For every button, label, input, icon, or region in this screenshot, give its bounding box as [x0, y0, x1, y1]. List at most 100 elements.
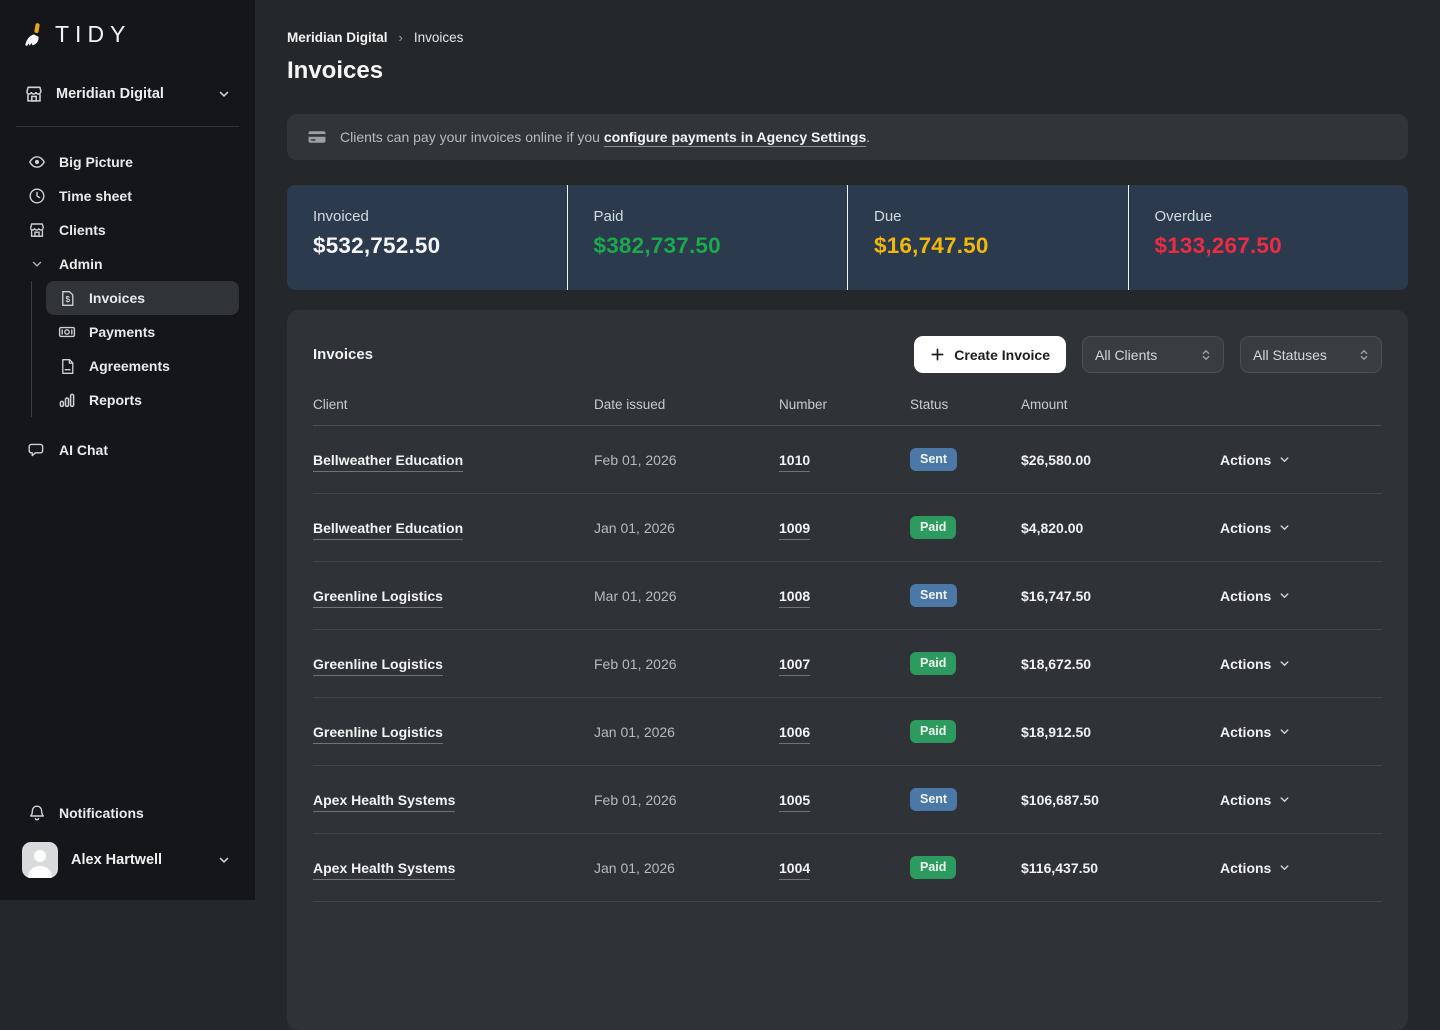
user-menu[interactable]: Alex Hartwell [16, 830, 239, 886]
column-header-actions [1220, 397, 1382, 426]
actions-button[interactable]: Actions [1220, 656, 1291, 672]
chevron-down-icon [1278, 725, 1291, 738]
invoice-amount: $106,687.50 [1021, 792, 1099, 808]
sidebar-item-agreements[interactable]: Agreements [46, 349, 239, 383]
clock-icon [28, 187, 46, 205]
client-link[interactable]: Bellweather Education [313, 452, 463, 472]
invoice-number-link[interactable]: 1010 [779, 452, 810, 472]
invoice-number-link[interactable]: 1008 [779, 588, 810, 608]
status-badge: Paid [910, 720, 956, 743]
bar-chart-icon [58, 391, 76, 409]
workspace-selector[interactable]: Meridian Digital [16, 76, 239, 112]
create-invoice-button[interactable]: Create Invoice [914, 336, 1066, 373]
chevron-down-icon [1278, 521, 1291, 534]
main-content: Meridian Digital › Invoices Invoices Cli… [255, 0, 1440, 900]
client-link[interactable]: Greenline Logistics [313, 724, 443, 744]
sidebar-item-admin[interactable]: Admin [16, 247, 239, 281]
chevron-down-icon [217, 87, 231, 101]
stat-cell: Due $16,747.50 [848, 185, 1129, 290]
admin-submenu: $ Invoices Payments [31, 281, 239, 417]
client-link[interactable]: Apex Health Systems [313, 792, 455, 812]
actions-label: Actions [1220, 656, 1271, 672]
svg-text:$: $ [65, 294, 70, 303]
actions-button[interactable]: Actions [1220, 520, 1291, 536]
client-link[interactable]: Greenline Logistics [313, 656, 443, 676]
sidebar-item-invoices[interactable]: $ Invoices [46, 281, 239, 315]
actions-button[interactable]: Actions [1220, 860, 1291, 876]
client-link[interactable]: Apex Health Systems [313, 860, 455, 880]
page-title: Invoices [287, 57, 1408, 85]
notifications-button[interactable]: Notifications [16, 796, 239, 830]
actions-button[interactable]: Actions [1220, 724, 1291, 740]
chevron-up-down-icon [1357, 348, 1371, 362]
breadcrumb-separator-icon: › [399, 30, 403, 45]
stat-label: Overdue [1155, 208, 1383, 225]
sidebar-item-label: Invoices [89, 290, 145, 306]
date-issued: Feb 01, 2026 [594, 792, 677, 808]
invoice-number-link[interactable]: 1005 [779, 792, 810, 812]
table-header-row: Client Date issued Number Status Amount [313, 397, 1382, 426]
breadcrumb-workspace-link[interactable]: Meridian Digital [287, 30, 388, 45]
sidebar-item-label: Reports [89, 392, 142, 408]
client-link[interactable]: Bellweather Education [313, 520, 463, 540]
panel-controls: Create Invoice All Clients All Statuses [914, 336, 1382, 373]
actions-label: Actions [1220, 792, 1271, 808]
status-badge: Paid [910, 856, 956, 879]
sidebar-item-ai-chat[interactable]: AI Chat [16, 433, 239, 467]
invoice-number-link[interactable]: 1004 [779, 860, 810, 880]
sidebar-item-label: Admin [59, 256, 103, 272]
sidebar-item-clients[interactable]: Clients [16, 213, 239, 247]
user-name: Alex Hartwell [71, 852, 162, 868]
stat-value: $133,267.50 [1155, 233, 1383, 259]
stat-value: $16,747.50 [874, 233, 1102, 259]
sidebar-item-payments[interactable]: Payments [46, 315, 239, 349]
avatar [22, 842, 58, 878]
actions-button[interactable]: Actions [1220, 452, 1291, 468]
chat-bubble-icon [28, 441, 46, 459]
sidebar: TIDY Meridian Digital Big Picture [0, 0, 255, 900]
sidebar-item-big-picture[interactable]: Big Picture [16, 145, 239, 179]
invoice-number-link[interactable]: 1006 [779, 724, 810, 744]
invoice-number-link[interactable]: 1009 [779, 520, 810, 540]
invoice-table-row: Apex Health Systems Feb 01, 2026 1005 Se… [313, 766, 1382, 834]
status-badge: Sent [910, 788, 957, 811]
column-header-date: Date issued [594, 397, 779, 426]
date-issued: Feb 01, 2026 [594, 452, 677, 468]
actions-button[interactable]: Actions [1220, 588, 1291, 604]
date-issued: Jan 01, 2026 [594, 520, 675, 536]
status-badge: Sent [910, 584, 957, 607]
sidebar-item-reports[interactable]: Reports [46, 383, 239, 417]
status-filter-select[interactable]: All Statuses [1240, 336, 1382, 373]
actions-button[interactable]: Actions [1220, 792, 1291, 808]
chevron-up-down-icon [1199, 348, 1213, 362]
chevron-down-icon [1278, 861, 1291, 874]
banner-text: Clients can pay your invoices online if … [340, 129, 870, 145]
nav-gap [16, 417, 239, 433]
cash-icon [58, 323, 76, 341]
client-link[interactable]: Greenline Logistics [313, 588, 443, 608]
invoice-table-row: Bellweather Education Feb 01, 2026 1010 … [313, 426, 1382, 494]
client-filter-select[interactable]: All Clients [1082, 336, 1224, 373]
invoice-table-row: Greenline Logistics Mar 01, 2026 1008 Se… [313, 562, 1382, 630]
invoice-amount: $18,912.50 [1021, 724, 1091, 740]
column-header-status: Status [910, 397, 1021, 426]
invoice-table-body: Bellweather Education Feb 01, 2026 1010 … [313, 426, 1382, 902]
actions-label: Actions [1220, 520, 1271, 536]
app-logo: TIDY [0, 0, 255, 48]
chevron-down-icon [1278, 589, 1291, 602]
stat-value: $382,737.50 [594, 233, 822, 259]
invoice-table-row: Greenline Logistics Feb 01, 2026 1007 Pa… [313, 630, 1382, 698]
stat-value: $532,752.50 [313, 233, 541, 259]
sidebar-item-time-sheet[interactable]: Time sheet [16, 179, 239, 213]
document-icon [58, 358, 76, 375]
actions-label: Actions [1220, 860, 1271, 876]
credit-card-icon [307, 127, 327, 147]
invoice-amount: $4,820.00 [1021, 520, 1083, 536]
stat-label: Due [874, 208, 1102, 225]
notifications-label: Notifications [59, 805, 144, 821]
agency-settings-link[interactable]: configure payments in Agency Settings [604, 129, 866, 145]
invoice-number-link[interactable]: 1007 [779, 656, 810, 676]
sidebar-item-label: Payments [89, 324, 155, 340]
stats-bar: Invoiced $532,752.50 Paid $382,737.50 Du… [287, 185, 1408, 290]
sidebar-nav: Big Picture Time sheet Clients [0, 127, 255, 467]
